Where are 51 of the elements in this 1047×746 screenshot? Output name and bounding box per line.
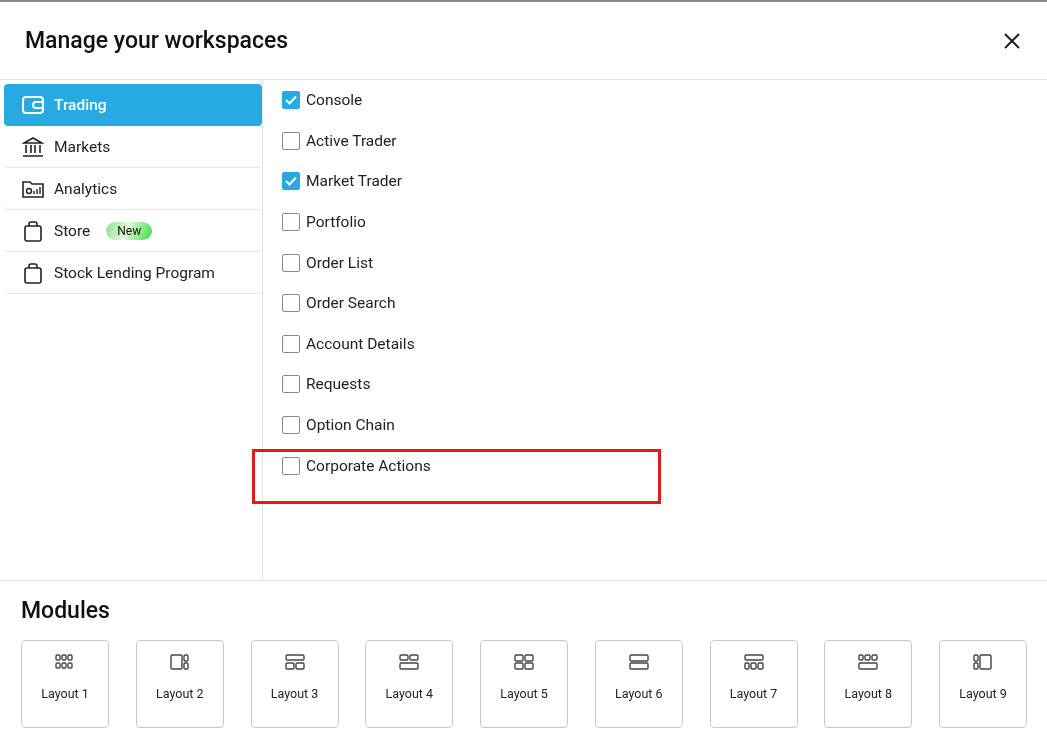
checkbox[interactable] (282, 334, 300, 353)
checkbox-label[interactable]: Active Trader (306, 131, 397, 150)
checkbox-label[interactable]: Corporate Actions (306, 456, 431, 475)
checkbox-label[interactable]: Console (306, 91, 363, 110)
layout-grid-icon (743, 654, 764, 670)
checkbox-label[interactable]: Option Chain (306, 416, 395, 435)
close-icon[interactable] (1003, 31, 1021, 50)
checkbox[interactable] (282, 91, 300, 110)
layout-card[interactable]: Layout 1 (21, 640, 109, 728)
layout-grid-icon (284, 654, 305, 670)
layout-grid-icon (399, 654, 420, 670)
layout-card[interactable]: Layout 4 (365, 640, 454, 728)
section-title: Modules (21, 597, 111, 624)
checkbox[interactable] (282, 253, 300, 272)
layout-grid-icon (973, 654, 993, 670)
layout-card[interactable]: Layout 9 (939, 640, 1027, 728)
checkbox-label[interactable]: Portfolio (306, 213, 366, 232)
layout-card[interactable]: Layout 2 (135, 640, 224, 728)
checkbox-label[interactable]: Order Search (306, 294, 396, 313)
checkbox-label[interactable]: Order List (306, 253, 374, 272)
layout-grid-icon (55, 654, 75, 670)
checkbox[interactable] (282, 213, 300, 232)
checkbox[interactable] (282, 131, 300, 150)
checkbox-label[interactable]: Requests (306, 375, 371, 394)
bag-icon (22, 219, 44, 242)
bag-icon (22, 261, 44, 284)
folder-chart-icon (22, 179, 44, 198)
layout-grid-icon (169, 654, 190, 670)
layout-card[interactable]: Layout 6 (594, 640, 683, 728)
dialog-title: Manage your workspaces (25, 27, 289, 54)
checkbox[interactable] (282, 416, 300, 435)
checkbox-label[interactable]: Account Details (306, 334, 415, 353)
sidebar-item[interactable]: Analytics (4, 168, 262, 210)
checkbox-label[interactable]: Market Trader (306, 172, 403, 191)
new-badge: New (106, 221, 153, 240)
sidebar-item[interactable]: Store New (4, 210, 262, 252)
layout-card[interactable]: Layout 5 (480, 640, 568, 728)
sidebar-item[interactable]: Markets (4, 126, 262, 168)
checkbox[interactable] (282, 456, 300, 475)
sidebar-item[interactable]: Stock Lending Program (4, 252, 262, 294)
layout-card[interactable]: Layout 8 (824, 640, 913, 728)
bank-icon (22, 136, 44, 157)
layout-card[interactable]: Layout 7 (709, 640, 798, 728)
layout-grid-icon (514, 654, 534, 670)
checkbox[interactable] (282, 172, 300, 191)
checkbox[interactable] (282, 375, 300, 394)
wallet-icon (22, 95, 44, 114)
layout-grid-icon (858, 654, 879, 670)
checkbox[interactable] (282, 294, 300, 313)
layout-card[interactable]: Layout 3 (250, 640, 339, 728)
layout-grid-icon (628, 654, 649, 670)
